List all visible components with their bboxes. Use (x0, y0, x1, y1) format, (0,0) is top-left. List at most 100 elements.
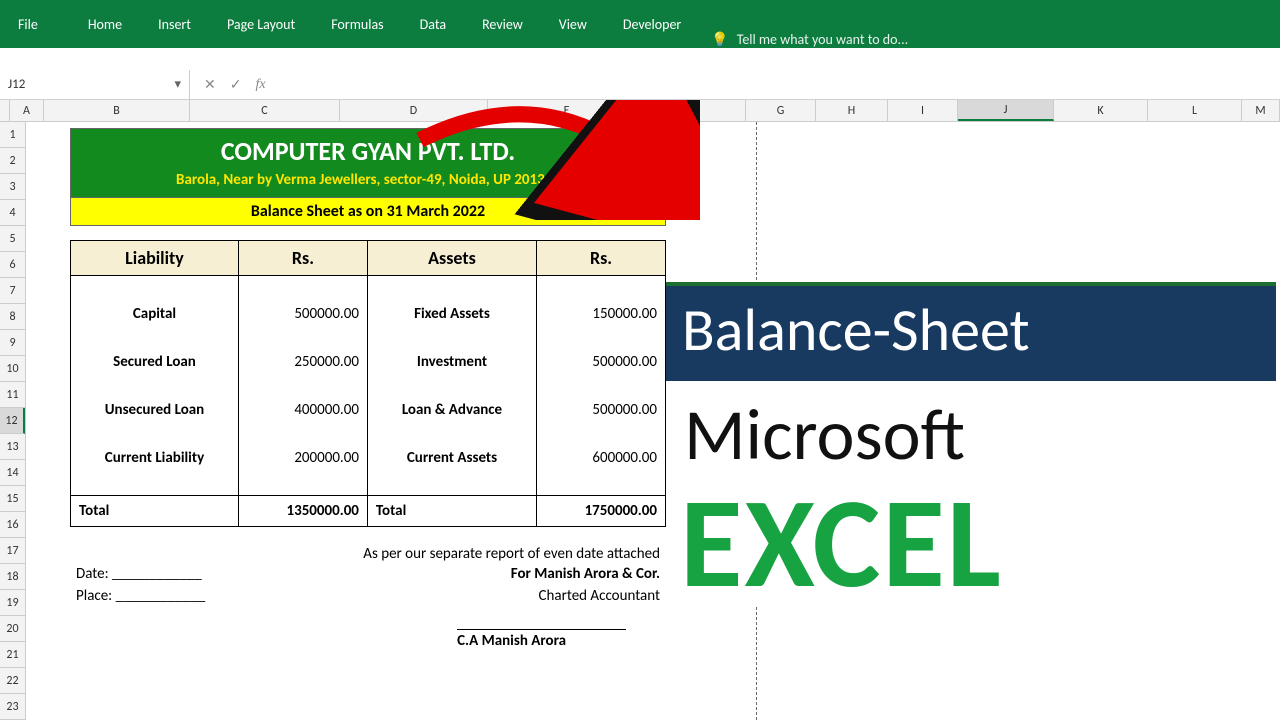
col-H[interactable]: H (816, 100, 888, 121)
col-A[interactable]: A (10, 100, 44, 121)
company-addr: Barola, Near by Verma Jewellers, sector-… (75, 167, 661, 195)
balance-sheet: COMPUTER GYAN PVT. LTD. Barola, Near by … (70, 128, 666, 650)
row-10[interactable]: 10 (0, 356, 25, 382)
name-box[interactable]: J12 ▾ (0, 70, 190, 99)
chevron-down-icon[interactable]: ▾ (174, 77, 181, 92)
company-name: COMPUTER GYAN PVT. LTD. (75, 135, 661, 167)
asset-label: Current Assets (367, 434, 536, 482)
row-12[interactable]: 12 (0, 408, 25, 434)
balance-sheet-footer: As per our separate report of even date … (70, 545, 666, 629)
liab-value: 500000.00 (238, 290, 367, 338)
col-G[interactable]: G (746, 100, 816, 121)
overlay-title: Balance-Sheet (666, 282, 1276, 381)
signatory: C.A Manish Arora (457, 629, 626, 650)
row-5[interactable]: 5 (0, 226, 25, 252)
fx-icon[interactable]: fx (255, 77, 265, 93)
col-D[interactable]: D (340, 100, 488, 121)
asset-value: 500000.00 (537, 386, 666, 434)
tab-formulas[interactable]: Formulas (313, 0, 401, 48)
formula-icons: ✕ ✓ fx (190, 76, 280, 93)
total-liab: 1350000.00 (238, 496, 367, 527)
row-18[interactable]: 18 (0, 564, 25, 590)
tab-page-layout[interactable]: Page Layout (209, 0, 313, 48)
row-23[interactable]: 23 (0, 694, 25, 720)
col-K[interactable]: K (1054, 100, 1148, 121)
row-6[interactable]: 6 (0, 252, 25, 278)
row-17[interactable]: 17 (0, 538, 25, 564)
row-20[interactable]: 20 (0, 616, 25, 642)
th-liab-rs: Rs. (238, 241, 367, 276)
row-headers: 1234567891011121314151617181920212223 (0, 122, 26, 720)
balance-sheet-title: Balance Sheet as on 31 March 2022 (70, 198, 666, 226)
tab-insert[interactable]: Insert (140, 0, 209, 48)
tab-developer[interactable]: Developer (605, 0, 699, 48)
asset-label: Investment (367, 338, 536, 386)
row-3[interactable]: 3 (0, 174, 25, 200)
cells-area[interactable]: COMPUTER GYAN PVT. LTD. Barola, Near by … (26, 122, 1280, 720)
enter-icon[interactable]: ✓ (230, 76, 242, 93)
th-assets: Assets (367, 241, 536, 276)
formula-bar: J12 ▾ ✕ ✓ fx (0, 70, 1280, 100)
company-banner: COMPUTER GYAN PVT. LTD. Barola, Near by … (70, 128, 666, 198)
tab-home[interactable]: Home (70, 0, 140, 48)
col-J[interactable]: J (958, 100, 1054, 121)
col-B[interactable]: B (44, 100, 190, 121)
col-C[interactable]: C (190, 100, 340, 121)
overlay-card: Balance-Sheet Microsoft EXCEL (666, 282, 1276, 607)
row-2[interactable]: 2 (0, 148, 25, 174)
row-14[interactable]: 14 (0, 460, 25, 486)
select-all[interactable] (0, 100, 10, 121)
overlay-excel: EXCEL (666, 479, 1276, 607)
date-blank (112, 565, 202, 583)
tell-me[interactable]: 💡 Tell me what you want to do... (699, 31, 908, 48)
asset-label: Fixed Assets (367, 290, 536, 338)
liab-label: Capital (71, 290, 239, 338)
row-19[interactable]: 19 (0, 590, 25, 616)
liab-label: Current Liability (71, 434, 239, 482)
grid[interactable]: 1234567891011121314151617181920212223 CO… (0, 122, 1280, 720)
row-13[interactable]: 13 (0, 434, 25, 460)
role: Charted Accountant (539, 587, 660, 605)
ribbon-tabs: HomeInsertPage LayoutFormulasDataReviewV… (56, 0, 699, 48)
place-blank (116, 587, 206, 605)
row-21[interactable]: 21 (0, 642, 25, 668)
row-16[interactable]: 16 (0, 512, 25, 538)
row-22[interactable]: 22 (0, 668, 25, 694)
col-E[interactable]: E (488, 100, 646, 121)
date-label: Date: (76, 565, 109, 583)
file-tab[interactable]: File (0, 0, 56, 48)
col-L[interactable]: L (1148, 100, 1242, 121)
asset-value: 600000.00 (537, 434, 666, 482)
col-I[interactable]: I (888, 100, 958, 121)
tab-view[interactable]: View (541, 0, 605, 48)
ribbon: File HomeInsertPage LayoutFormulasDataRe… (0, 0, 1280, 48)
row-11[interactable]: 11 (0, 382, 25, 408)
column-headers: ABCDEFGHIJKLM (0, 100, 1280, 122)
col-F[interactable]: F (646, 100, 746, 121)
name-box-value: J12 (8, 77, 25, 92)
col-M[interactable]: M (1242, 100, 1280, 121)
cancel-icon[interactable]: ✕ (204, 76, 216, 93)
row-4[interactable]: 4 (0, 200, 25, 226)
tell-me-text: Tell me what you want to do... (737, 31, 908, 48)
formula-input[interactable] (280, 70, 1280, 99)
th-asset-rs: Rs. (537, 241, 666, 276)
row-15[interactable]: 15 (0, 486, 25, 512)
asset-value: 500000.00 (537, 338, 666, 386)
liab-label: Secured Loan (71, 338, 239, 386)
asset-value: 150000.00 (537, 290, 666, 338)
liab-value: 200000.00 (238, 434, 367, 482)
total-label-l: Total (71, 496, 239, 527)
tab-data[interactable]: Data (402, 0, 464, 48)
tab-review[interactable]: Review (464, 0, 541, 48)
for-firm: For Manish Arora & Cor. (511, 565, 660, 583)
liab-value: 400000.00 (238, 386, 367, 434)
total-label-a: Total (367, 496, 536, 527)
balance-sheet-table: Liability Rs. Assets Rs. Capital500000.0… (70, 240, 666, 527)
liab-value: 250000.00 (238, 338, 367, 386)
row-7[interactable]: 7 (0, 278, 25, 304)
total-asset: 1750000.00 (537, 496, 666, 527)
row-8[interactable]: 8 (0, 304, 25, 330)
row-1[interactable]: 1 (0, 122, 25, 148)
row-9[interactable]: 9 (0, 330, 25, 356)
